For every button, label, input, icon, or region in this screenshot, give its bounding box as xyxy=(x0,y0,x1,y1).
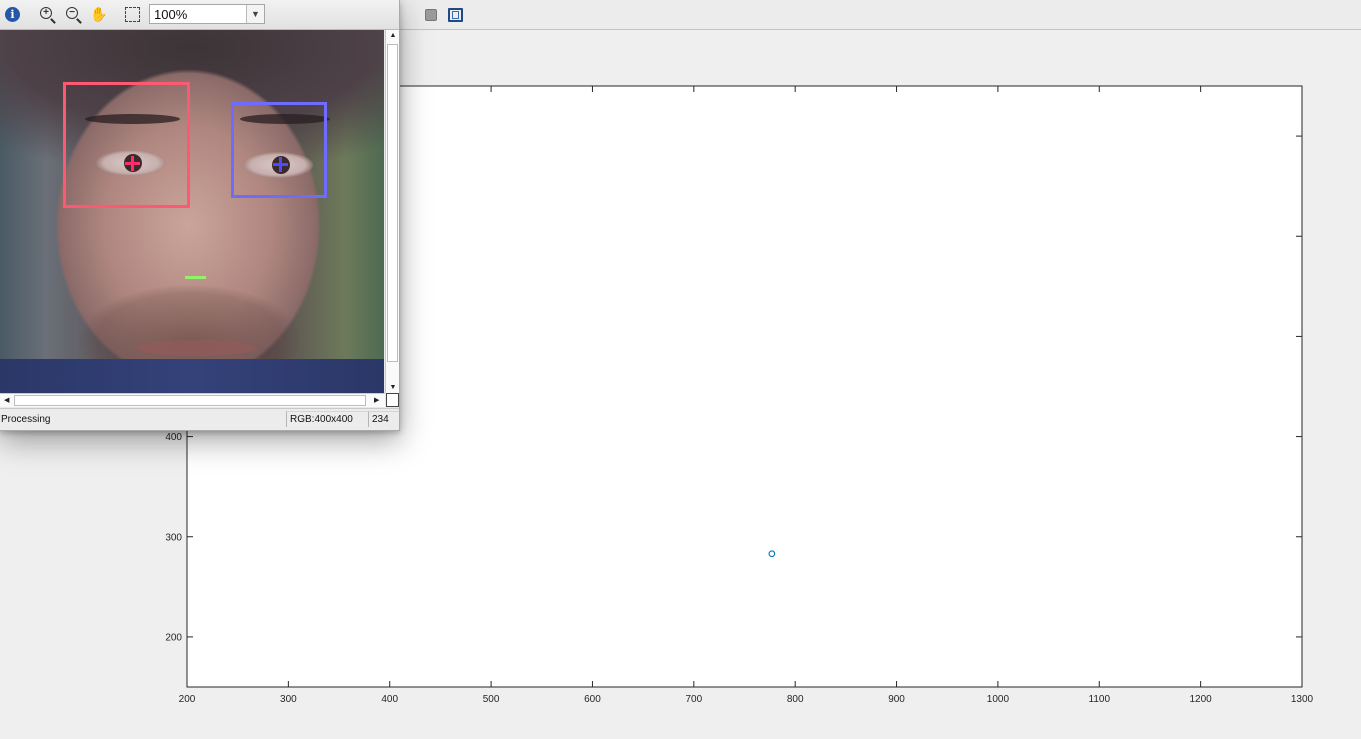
image-region-mouth xyxy=(136,340,256,356)
scroll-left-icon[interactable]: ◀ xyxy=(4,394,9,407)
pan-hand-icon[interactable]: ✋ xyxy=(90,6,107,23)
pixel-info: RGB:400x400 xyxy=(286,411,368,427)
x-tick-label: 1000 xyxy=(987,694,1010,705)
x-tick-label: 700 xyxy=(685,694,702,705)
horizontal-scroll-thumb[interactable] xyxy=(14,395,366,406)
zoom-out-icon[interactable]: − xyxy=(66,7,78,19)
left-eye-detection-box xyxy=(63,82,190,208)
x-tick-label: 1300 xyxy=(1291,694,1314,705)
nose-marker xyxy=(185,276,206,279)
x-tick-label: 1100 xyxy=(1089,694,1111,705)
horizontal-scrollbar[interactable]: ◀ ▶ xyxy=(0,393,385,407)
chevron-down-icon[interactable]: ▼ xyxy=(246,5,264,23)
viewer-toolbar: i + − ✋ 100% ▼ xyxy=(0,0,399,30)
image-region-shirt xyxy=(0,359,384,393)
viewer-status-bar: Processing RGB:400x400 234 xyxy=(0,408,399,430)
face-image[interactable] xyxy=(0,30,384,393)
zoom-in-icon[interactable]: + xyxy=(40,7,52,19)
x-tick-label: 800 xyxy=(787,694,804,705)
x-tick-label: 500 xyxy=(483,694,500,705)
y-tick-label: 200 xyxy=(165,632,182,643)
x-tick-label: 300 xyxy=(280,694,297,705)
x-tick-label: 400 xyxy=(381,694,398,705)
y-tick-label: 300 xyxy=(165,532,182,543)
x-tick-label: 600 xyxy=(584,694,601,705)
vertical-scrollbar[interactable]: ▲ ▼ xyxy=(385,30,399,393)
scroll-up-icon[interactable]: ▲ xyxy=(388,32,398,39)
y-tick-label: 400 xyxy=(165,432,182,443)
right-eye-detection-box xyxy=(231,102,327,198)
image-viewer-window[interactable]: i + − ✋ 100% ▼ ▲ ▼ ◀ ▶ Processing RGB:40… xyxy=(0,0,400,431)
vertical-scroll-thumb[interactable] xyxy=(387,44,398,362)
x-tick-label: 1200 xyxy=(1190,694,1213,705)
x-tick-label: 900 xyxy=(888,694,905,705)
scroll-down-icon[interactable]: ▼ xyxy=(388,384,398,391)
info-icon[interactable]: i xyxy=(5,7,20,22)
fit-to-window-icon[interactable] xyxy=(125,7,140,22)
zoom-level-select[interactable]: 100% ▼ xyxy=(149,4,265,24)
status-text: Processing xyxy=(1,414,51,425)
resize-corner[interactable] xyxy=(386,393,399,407)
scroll-right-icon[interactable]: ▶ xyxy=(374,394,379,407)
zoom-level-value: 100% xyxy=(154,7,188,22)
pixel-value: 234 xyxy=(368,411,399,427)
x-tick-label: 200 xyxy=(179,694,196,705)
